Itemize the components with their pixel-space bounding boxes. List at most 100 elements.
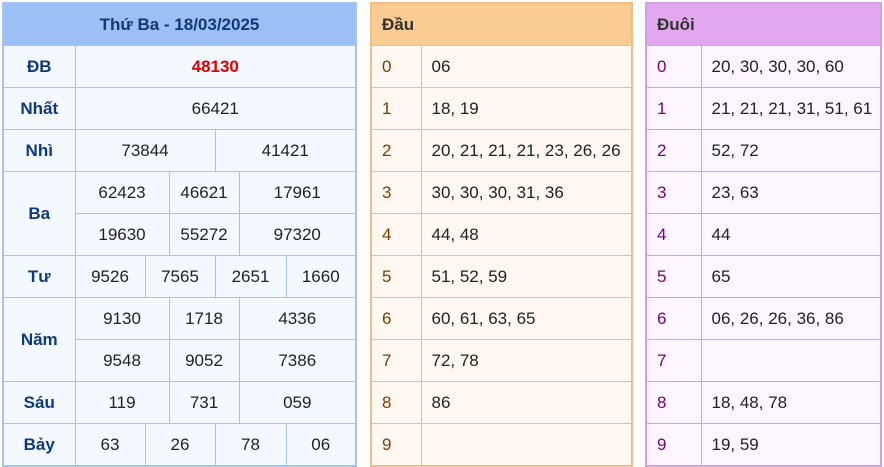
tail-numbers: 19, 59	[700, 423, 882, 467]
heads-row: 9	[370, 423, 633, 467]
prize-ba-value: 46621	[168, 171, 240, 214]
head-numbers: 72, 78	[420, 339, 633, 382]
tail-digit: 5	[645, 255, 702, 298]
tails-row: 4 44	[645, 213, 882, 256]
heads-row: 3 30, 30, 30, 31, 36	[370, 171, 633, 214]
head-digit: 0	[370, 45, 422, 88]
tails-body: 0 20, 30, 30, 30, 60 1 21, 21, 21, 31, 51,…	[645, 45, 882, 467]
tail-numbers: 06, 26, 26, 36, 86	[700, 297, 882, 340]
head-numbers: 30, 30, 30, 31, 36	[420, 171, 633, 214]
results-table: Thứ Ba - 18/03/2025 ĐB 48130 Nhất 66421 …	[2, 2, 358, 467]
prize-nam-value: 9130	[74, 297, 170, 340]
heads-row: 4 44, 48	[370, 213, 633, 256]
prize-nam-value: 9052	[168, 339, 240, 382]
tail-digit: 4	[645, 213, 702, 256]
prize-label-db: ĐB	[2, 45, 76, 88]
tails-row: 7	[645, 339, 882, 382]
head-numbers	[420, 423, 633, 467]
tail-numbers: 65	[700, 255, 882, 298]
tail-numbers: 44	[700, 213, 882, 256]
prize-label-nam: Năm	[2, 297, 76, 382]
prize-label-tu: Tư	[2, 255, 76, 298]
heads-row: 2 20, 21, 21, 21, 23, 26, 26	[370, 129, 633, 172]
prize-ba-value: 62423	[74, 171, 170, 214]
prize-ba-value: 97320	[238, 213, 357, 256]
heads-row: 8 86	[370, 381, 633, 424]
prize-bay-value: 06	[285, 423, 357, 467]
prize-ba-value: 17961	[238, 171, 357, 214]
head-digit: 2	[370, 129, 422, 172]
prize-bay-value: 78	[214, 423, 287, 467]
prize-nam-value: 1718	[168, 297, 240, 340]
prize-tu-value: 9526	[74, 255, 146, 298]
prize-sau-value: 059	[238, 381, 357, 424]
prize-bay-value: 26	[144, 423, 216, 467]
prize-ba-value: 55272	[168, 213, 240, 256]
prize-sau-value: 731	[168, 381, 240, 424]
tail-digit: 1	[645, 87, 702, 130]
tail-numbers: 52, 72	[700, 129, 882, 172]
results-title: Thứ Ba - 18/03/2025	[2, 2, 357, 46]
prize-tu-value: 7565	[144, 255, 216, 298]
head-numbers: 06	[420, 45, 633, 88]
heads-row: 0 06	[370, 45, 633, 88]
head-numbers: 18, 19	[420, 87, 633, 130]
tail-numbers	[700, 339, 882, 382]
prize-label-nhi: Nhì	[2, 129, 76, 172]
tails-row: 9 19, 59	[645, 423, 882, 467]
prize-bay-value: 63	[74, 423, 146, 467]
tail-numbers: 23, 63	[700, 171, 882, 214]
head-digit: 3	[370, 171, 422, 214]
tails-row: 8 18, 48, 78	[645, 381, 882, 424]
prize-sau-value: 119	[74, 381, 170, 424]
prize-label-ba: Ba	[2, 171, 76, 256]
head-numbers: 51, 52, 59	[420, 255, 633, 298]
prize-ba-value: 19630	[74, 213, 170, 256]
head-numbers: 44, 48	[420, 213, 633, 256]
head-digit: 5	[370, 255, 422, 298]
prize-label-sau: Sáu	[2, 381, 76, 424]
heads-table: Đầu 0 06 1 18, 19 2 20, 21, 21, 21, 23, 26,…	[370, 2, 633, 467]
tails-row: 0 20, 30, 30, 30, 60	[645, 45, 882, 88]
tail-digit: 8	[645, 381, 702, 424]
prize-db-value: 48130	[74, 45, 357, 88]
tail-numbers: 21, 21, 21, 31, 51, 61	[700, 87, 882, 130]
prize-nhi-value: 41421	[214, 129, 357, 172]
prize-label-nhat: Nhất	[2, 87, 76, 130]
tails-table: Đuôi 0 20, 30, 30, 30, 60 1 21, 21, 21, 31…	[645, 2, 882, 467]
head-digit: 9	[370, 423, 422, 467]
tail-numbers: 20, 30, 30, 30, 60	[700, 45, 882, 88]
prize-tu-value: 1660	[285, 255, 357, 298]
head-digit: 4	[370, 213, 422, 256]
head-digit: 7	[370, 339, 422, 382]
tail-digit: 2	[645, 129, 702, 172]
head-numbers: 60, 61, 63, 65	[420, 297, 633, 340]
heads-row: 5 51, 52, 59	[370, 255, 633, 298]
prize-label-bay: Bảy	[2, 423, 76, 467]
heads-row: 6 60, 61, 63, 65	[370, 297, 633, 340]
head-digit: 8	[370, 381, 422, 424]
tail-digit: 6	[645, 297, 702, 340]
tails-row: 1 21, 21, 21, 31, 51, 61	[645, 87, 882, 130]
head-numbers: 86	[420, 381, 633, 424]
tail-numbers: 18, 48, 78	[700, 381, 882, 424]
heads-row: 1 18, 19	[370, 87, 633, 130]
heads-row: 7 72, 78	[370, 339, 633, 382]
prize-tu-value: 2651	[214, 255, 287, 298]
tails-row: 5 65	[645, 255, 882, 298]
tail-digit: 9	[645, 423, 702, 467]
heads-header: Đầu	[370, 2, 633, 46]
tails-row: 6 06, 26, 26, 36, 86	[645, 297, 882, 340]
head-numbers: 20, 21, 21, 21, 23, 26, 26	[420, 129, 633, 172]
tails-header: Đuôi	[645, 2, 882, 46]
prize-nhi-value: 73844	[74, 129, 216, 172]
prize-nam-value: 9548	[74, 339, 170, 382]
head-digit: 1	[370, 87, 422, 130]
tail-digit: 0	[645, 45, 702, 88]
heads-body: 0 06 1 18, 19 2 20, 21, 21, 21, 23, 26, 26 …	[370, 45, 633, 467]
prize-nam-value: 4336	[238, 297, 357, 340]
head-digit: 6	[370, 297, 422, 340]
prize-nhat-value: 66421	[74, 87, 357, 130]
prize-nam-value: 7386	[238, 339, 357, 382]
tail-digit: 7	[645, 339, 702, 382]
